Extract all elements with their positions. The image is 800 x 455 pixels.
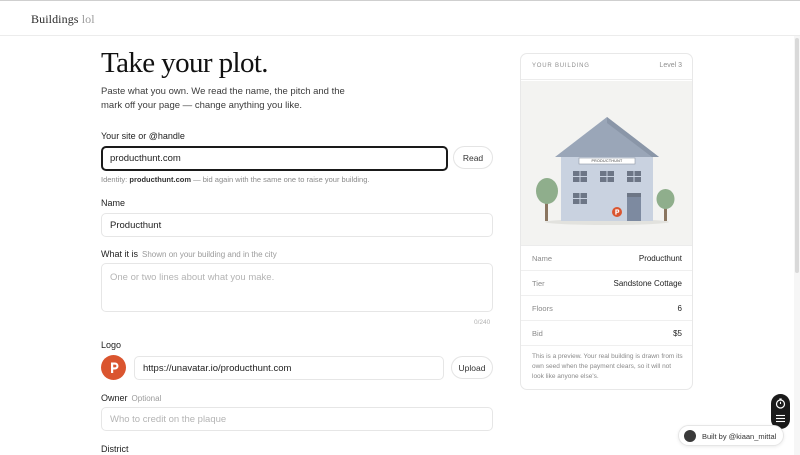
logo-url-value: https://unavatar.io/producthunt.com [143, 362, 292, 374]
stat-row-name: Name Producthunt [521, 246, 692, 271]
what-textarea[interactable]: One or two lines about what you make. [101, 263, 493, 312]
p-letter-icon [111, 362, 119, 373]
site-label: Your site or @handle [101, 131, 185, 141]
char-counter: 0/240 [474, 319, 491, 326]
logo-label: Logo [101, 340, 122, 350]
owner-input[interactable]: Who to credit on the plaque [101, 407, 493, 431]
what-placeholder: One or two lines about what you make. [110, 272, 275, 283]
building-illustration: PRODUCTHUNT [521, 81, 692, 246]
preview-note: This is a preview. Your real building is… [532, 353, 683, 380]
owner-hint: Optional [131, 394, 162, 403]
stat-row-tier: Tier Sandstone Cottage [521, 271, 692, 296]
identity-value: producthunt.com [129, 175, 192, 184]
building-sign-text: PRODUCTHUNT [591, 159, 623, 163]
top-header: Buildings lol [0, 1, 800, 36]
what-hint: Shown on your building and in the city [142, 250, 277, 259]
brand-suffix: lol [81, 12, 95, 26]
owner-placeholder: Who to credit on the plaque [110, 413, 227, 425]
built-by-text: Built by @kiaan_mittal [702, 432, 777, 441]
site-input-value: producthunt.com [110, 153, 181, 164]
district-label: District [101, 444, 129, 454]
author-avatar [684, 430, 696, 442]
identity-note: Identity: producthunt.com — bid again wi… [101, 175, 370, 184]
name-input-value: Producthunt [110, 219, 162, 231]
stat-row-floors: Floors 6 [521, 296, 692, 321]
sliders-icon [776, 414, 785, 423]
what-label: What it is Shown on your building and in … [101, 249, 277, 259]
page-intro: Paste what you own. We read the name, th… [101, 86, 345, 111]
building-preview-card: YOUR BUILDING Level 3 PRODUCTHUNT Name P… [520, 53, 693, 390]
card-heading: YOUR BUILDING [532, 63, 590, 69]
upload-button[interactable]: Upload [451, 356, 493, 379]
read-button[interactable]: Read [453, 146, 493, 169]
card-header: YOUR BUILDING Level 3 [521, 54, 692, 80]
owner-label: Owner Optional [101, 393, 162, 403]
name-input[interactable]: Producthunt [101, 213, 493, 237]
floating-toolbar[interactable] [771, 394, 790, 429]
stat-row-bid: Bid $5 [521, 321, 692, 346]
producthunt-logo [101, 355, 126, 380]
built-by-badge[interactable]: Built by @kiaan_mittal [678, 425, 784, 446]
level-badge: Level 3 [659, 62, 682, 69]
scrollbar-thumb[interactable] [795, 38, 799, 273]
name-label: Name [101, 198, 126, 208]
logo-url-input[interactable]: https://unavatar.io/producthunt.com [134, 356, 444, 380]
page-title: Take your plot. [101, 47, 269, 79]
brand-name: Buildings [31, 12, 79, 26]
brand-logo[interactable]: Buildings lol [31, 12, 95, 27]
site-input[interactable]: producthunt.com [101, 146, 448, 171]
timer-icon [775, 398, 786, 409]
